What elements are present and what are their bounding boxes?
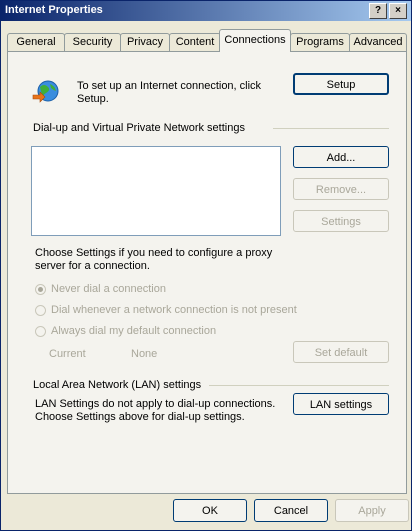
remove-button[interactable]: Remove... xyxy=(293,178,389,200)
tab-privacy[interactable]: Privacy xyxy=(120,33,170,51)
radio-button[interactable] xyxy=(35,325,46,337)
add-button[interactable]: Add... xyxy=(293,146,389,168)
tab-strip: General Security Privacy Content Connect… xyxy=(7,29,407,52)
set-default-button[interactable]: Set default xyxy=(293,341,389,363)
lan-description: LAN Settings do not apply to dial-up con… xyxy=(35,398,276,423)
radio-always-dial[interactable]: Always dial my default connection xyxy=(35,325,216,337)
dialup-group-label: Dial-up and Virtual Private Network sett… xyxy=(33,122,245,134)
proxy-description: Choose Settings if you need to configure… xyxy=(35,247,273,272)
current-value: None xyxy=(131,348,158,360)
lan-group-label: Local Area Network (LAN) settings xyxy=(33,379,202,391)
tab-security[interactable]: Security xyxy=(64,33,121,51)
radio-button[interactable] xyxy=(35,304,46,316)
radio-label: Always dial my default connection xyxy=(51,325,217,337)
window-title: Internet Properties xyxy=(5,4,103,16)
current-label: Current xyxy=(49,348,86,360)
tab-programs[interactable]: Programs xyxy=(290,33,350,51)
internet-properties-dialog: Internet Properties ? × General Security… xyxy=(0,0,412,531)
lan-settings-button[interactable]: LAN settings xyxy=(293,393,389,415)
dialup-group-divider xyxy=(273,128,389,129)
settings-button[interactable]: Settings xyxy=(293,210,389,232)
help-button[interactable]: ? xyxy=(369,3,387,19)
setup-button[interactable]: Setup xyxy=(293,73,389,95)
radio-button[interactable] xyxy=(35,283,46,295)
tab-content[interactable]: Content xyxy=(169,33,221,51)
lan-group-divider xyxy=(209,385,389,386)
connections-listbox[interactable] xyxy=(31,146,281,236)
ok-button[interactable]: OK xyxy=(173,499,247,522)
radio-never-dial[interactable]: Never dial a connection xyxy=(35,283,166,295)
cancel-button[interactable]: Cancel xyxy=(254,499,328,522)
radio-label: Never dial a connection xyxy=(51,283,166,295)
close-button[interactable]: × xyxy=(389,3,407,19)
network-globe-icon xyxy=(32,80,59,103)
title-bar[interactable]: Internet Properties ? × xyxy=(1,1,411,21)
radio-dial-whenever[interactable]: Dial whenever a network connection is no… xyxy=(35,304,297,316)
tab-connections[interactable]: Connections xyxy=(219,29,291,52)
setup-description: To set up an Internet connection, click … xyxy=(77,80,262,105)
tab-general[interactable]: General xyxy=(7,33,65,51)
radio-label: Dial whenever a network connection is no… xyxy=(51,304,297,316)
apply-button[interactable]: Apply xyxy=(335,499,409,522)
tab-advanced[interactable]: Advanced xyxy=(349,33,407,51)
